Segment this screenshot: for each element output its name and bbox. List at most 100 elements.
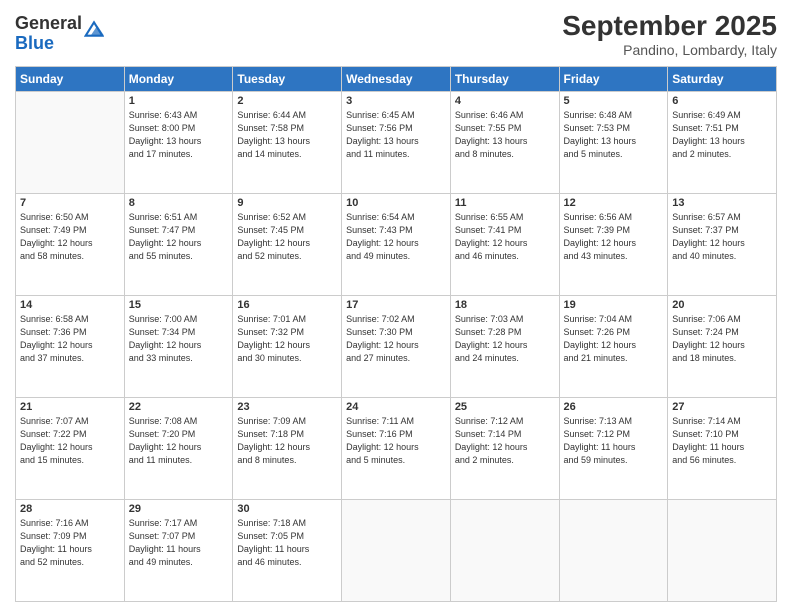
day-number: 24 (346, 401, 446, 413)
day-number: 28 (20, 503, 120, 515)
weekday-thursday: Thursday (450, 67, 559, 92)
day-number: 11 (455, 197, 555, 209)
day-info: Sunrise: 6:54 AM Sunset: 7:43 PM Dayligh… (346, 211, 446, 263)
day-number: 12 (564, 197, 664, 209)
day-cell: 15 Sunrise: 7:00 AM Sunset: 7:34 PM Dayli… (124, 296, 233, 398)
day-cell: 9Sunrise: 6:52 AM Sunset: 7:45 PM Daylig… (233, 194, 342, 296)
day-number: 1 (129, 95, 229, 107)
weekday-wednesday: Wednesday (342, 67, 451, 92)
day-info: Sunrise: 7:13 AM Sunset: 7:12 PM Dayligh… (564, 415, 664, 467)
day-cell: 11 Sunrise: 6:55 AM Sunset: 7:41 PM Dayli… (450, 194, 559, 296)
day-info: Sunrise: 7:08 AM Sunset: 7:20 PM Dayligh… (129, 415, 229, 467)
day-cell: 23 Sunrise: 7:09 AM Sunset: 7:18 PM Dayli… (233, 398, 342, 500)
day-cell: 28Sunrise: 7:16 AM Sunset: 7:09 PM Dayli… (16, 500, 125, 602)
week-row-2: 7 Sunrise: 6:50 AM Sunset: 7:49 PM Daylig… (16, 194, 777, 296)
day-cell (668, 500, 777, 602)
day-info: Sunrise: 7:17 AM Sunset: 7:07 PM Dayligh… (129, 517, 229, 569)
weekday-monday: Monday (124, 67, 233, 92)
day-number: 22 (129, 401, 229, 413)
logo-text: General Blue (15, 14, 82, 54)
day-number: 9 (237, 197, 337, 209)
day-number: 7 (20, 197, 120, 209)
day-cell: 17 Sunrise: 7:02 AM Sunset: 7:30 PM Dayli… (342, 296, 451, 398)
day-number: 19 (564, 299, 664, 311)
day-number: 5 (564, 95, 664, 107)
day-number: 18 (455, 299, 555, 311)
day-number: 17 (346, 299, 446, 311)
logo-blue: Blue (15, 34, 82, 54)
day-cell: 6 Sunrise: 6:49 AM Sunset: 7:51 PM Daylig… (668, 92, 777, 194)
day-cell: 25 Sunrise: 7:12 AM Sunset: 7:14 PM Dayli… (450, 398, 559, 500)
day-info: Sunrise: 6:49 AM Sunset: 7:51 PM Dayligh… (672, 109, 772, 161)
day-cell: 22 Sunrise: 7:08 AM Sunset: 7:20 PM Dayli… (124, 398, 233, 500)
weekday-sunday: Sunday (16, 67, 125, 92)
week-row-5: 28Sunrise: 7:16 AM Sunset: 7:09 PM Dayli… (16, 500, 777, 602)
weekday-saturday: Saturday (668, 67, 777, 92)
day-cell: 1 Sunrise: 6:43 AM Sunset: 8:00 PM Daylig… (124, 92, 233, 194)
day-info: Sunrise: 6:50 AM Sunset: 7:49 PM Dayligh… (20, 211, 120, 263)
day-cell: 16 Sunrise: 7:01 AM Sunset: 7:32 PM Dayli… (233, 296, 342, 398)
day-info: Sunrise: 7:18 AM Sunset: 7:05 PM Dayligh… (237, 517, 337, 569)
day-info: Sunrise: 6:43 AM Sunset: 8:00 PM Dayligh… (129, 109, 229, 161)
day-info: Sunrise: 6:55 AM Sunset: 7:41 PM Dayligh… (455, 211, 555, 263)
day-number: 3 (346, 95, 446, 107)
day-cell: 30Sunrise: 7:18 AM Sunset: 7:05 PM Dayli… (233, 500, 342, 602)
week-row-3: 14Sunrise: 6:58 AM Sunset: 7:36 PM Dayli… (16, 296, 777, 398)
day-number: 6 (672, 95, 772, 107)
day-info: Sunrise: 6:57 AM Sunset: 7:37 PM Dayligh… (672, 211, 772, 263)
calendar-table: SundayMondayTuesdayWednesdayThursdayFrid… (15, 66, 777, 602)
day-number: 26 (564, 401, 664, 413)
day-info: Sunrise: 7:12 AM Sunset: 7:14 PM Dayligh… (455, 415, 555, 467)
day-number: 20 (672, 299, 772, 311)
weekday-tuesday: Tuesday (233, 67, 342, 92)
day-info: Sunrise: 7:07 AM Sunset: 7:22 PM Dayligh… (20, 415, 120, 467)
day-number: 15 (129, 299, 229, 311)
day-info: Sunrise: 6:46 AM Sunset: 7:55 PM Dayligh… (455, 109, 555, 161)
day-info: Sunrise: 7:06 AM Sunset: 7:24 PM Dayligh… (672, 313, 772, 365)
day-number: 21 (20, 401, 120, 413)
day-info: Sunrise: 7:02 AM Sunset: 7:30 PM Dayligh… (346, 313, 446, 365)
day-number: 2 (237, 95, 337, 107)
day-cell: 7 Sunrise: 6:50 AM Sunset: 7:49 PM Daylig… (16, 194, 125, 296)
day-number: 25 (455, 401, 555, 413)
weekday-header-row: SundayMondayTuesdayWednesdayThursdayFrid… (16, 67, 777, 92)
day-cell: 24Sunrise: 7:11 AM Sunset: 7:16 PM Dayli… (342, 398, 451, 500)
day-number: 16 (237, 299, 337, 311)
day-cell (16, 92, 125, 194)
header: General Blue September 2025 Pandino, Lom… (15, 10, 777, 58)
day-cell (450, 500, 559, 602)
day-info: Sunrise: 7:09 AM Sunset: 7:18 PM Dayligh… (237, 415, 337, 467)
day-info: Sunrise: 6:56 AM Sunset: 7:39 PM Dayligh… (564, 211, 664, 263)
day-cell: 14Sunrise: 6:58 AM Sunset: 7:36 PM Dayli… (16, 296, 125, 398)
day-info: Sunrise: 7:00 AM Sunset: 7:34 PM Dayligh… (129, 313, 229, 365)
day-number: 29 (129, 503, 229, 515)
day-cell: 8 Sunrise: 6:51 AM Sunset: 7:47 PM Daylig… (124, 194, 233, 296)
day-info: Sunrise: 7:01 AM Sunset: 7:32 PM Dayligh… (237, 313, 337, 365)
day-info: Sunrise: 6:51 AM Sunset: 7:47 PM Dayligh… (129, 211, 229, 263)
day-cell: 5 Sunrise: 6:48 AM Sunset: 7:53 PM Daylig… (559, 92, 668, 194)
weekday-friday: Friday (559, 67, 668, 92)
day-info: Sunrise: 7:14 AM Sunset: 7:10 PM Dayligh… (672, 415, 772, 467)
day-number: 10 (346, 197, 446, 209)
day-cell (559, 500, 668, 602)
day-number: 8 (129, 197, 229, 209)
title-block: September 2025 Pandino, Lombardy, Italy (562, 10, 777, 58)
day-info: Sunrise: 7:04 AM Sunset: 7:26 PM Dayligh… (564, 313, 664, 365)
day-number: 23 (237, 401, 337, 413)
day-info: Sunrise: 6:45 AM Sunset: 7:56 PM Dayligh… (346, 109, 446, 161)
day-cell: 21 Sunrise: 7:07 AM Sunset: 7:22 PM Dayli… (16, 398, 125, 500)
day-cell (342, 500, 451, 602)
day-info: Sunrise: 6:44 AM Sunset: 7:58 PM Dayligh… (237, 109, 337, 161)
day-cell: 4 Sunrise: 6:46 AM Sunset: 7:55 PM Daylig… (450, 92, 559, 194)
day-info: Sunrise: 6:58 AM Sunset: 7:36 PM Dayligh… (20, 313, 120, 365)
day-info: Sunrise: 7:03 AM Sunset: 7:28 PM Dayligh… (455, 313, 555, 365)
day-cell: 29 Sunrise: 7:17 AM Sunset: 7:07 PM Dayli… (124, 500, 233, 602)
day-cell: 19 Sunrise: 7:04 AM Sunset: 7:26 PM Dayli… (559, 296, 668, 398)
day-number: 4 (455, 95, 555, 107)
day-cell: 18 Sunrise: 7:03 AM Sunset: 7:28 PM Dayli… (450, 296, 559, 398)
day-cell: 27Sunrise: 7:14 AM Sunset: 7:10 PM Dayli… (668, 398, 777, 500)
day-cell: 3 Sunrise: 6:45 AM Sunset: 7:56 PM Daylig… (342, 92, 451, 194)
day-cell: 26 Sunrise: 7:13 AM Sunset: 7:12 PM Dayli… (559, 398, 668, 500)
day-info: Sunrise: 6:48 AM Sunset: 7:53 PM Dayligh… (564, 109, 664, 161)
logo-general: General (15, 14, 82, 34)
